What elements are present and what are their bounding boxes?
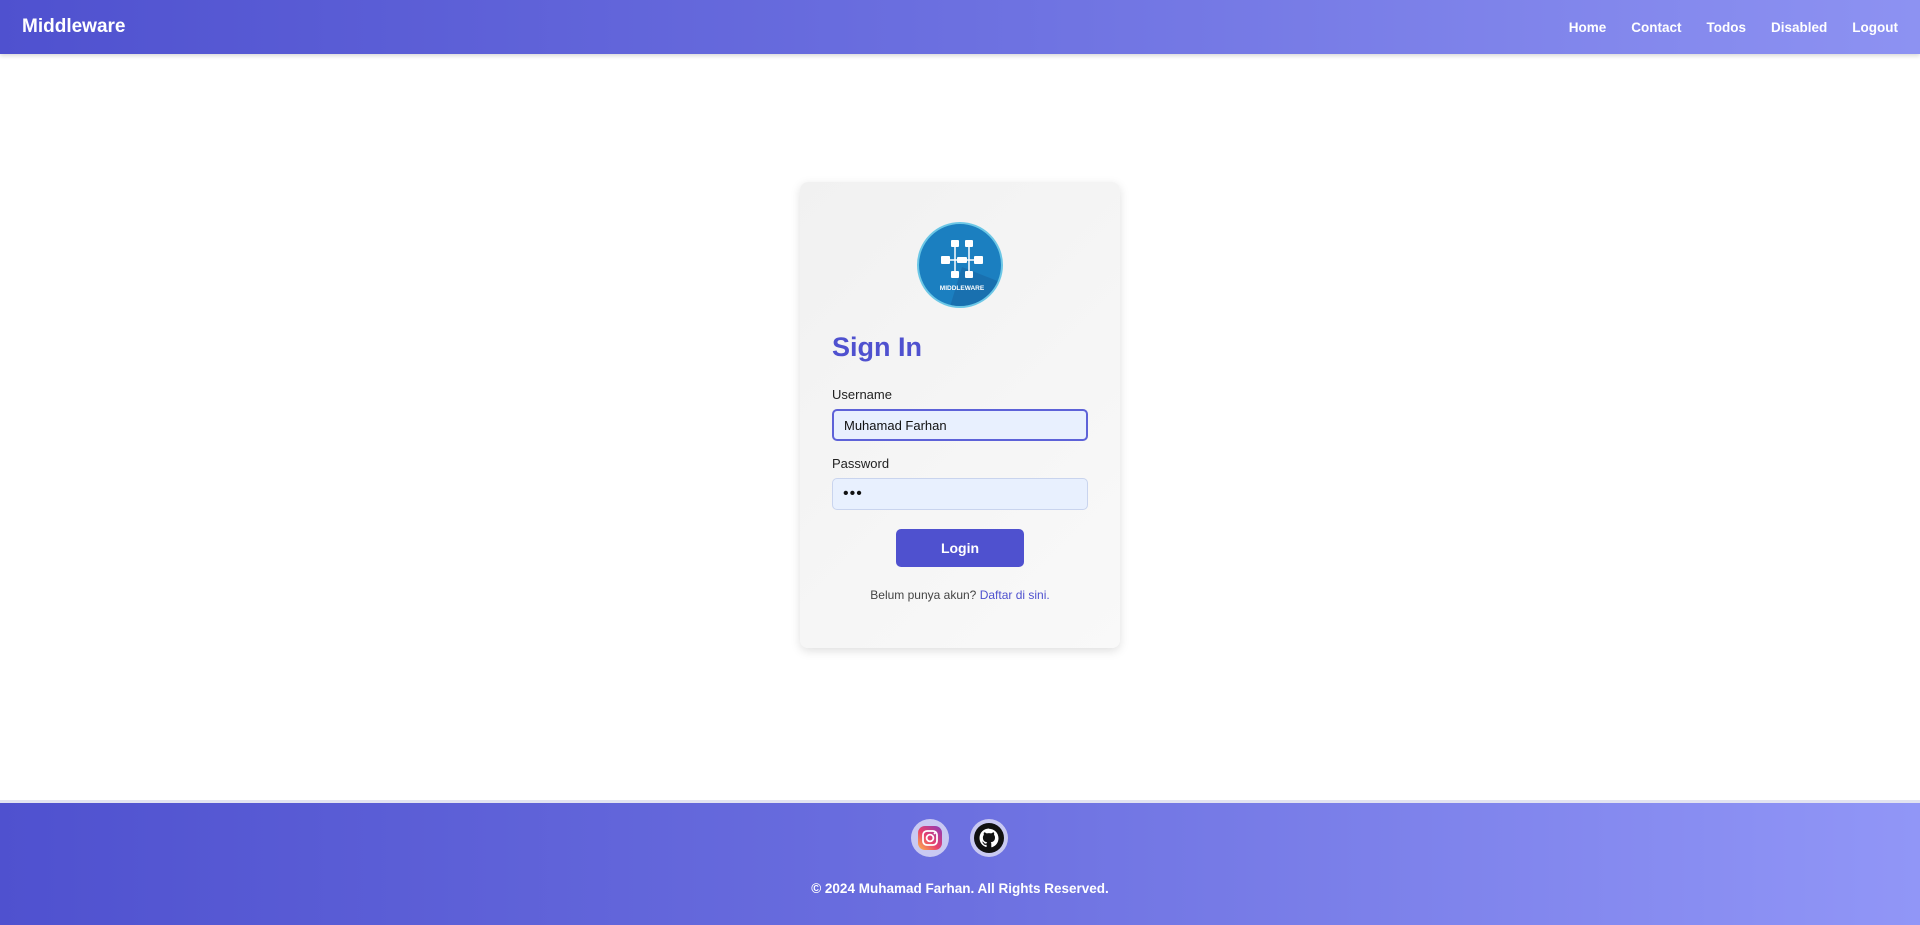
sign-in-title: Sign In: [832, 332, 922, 362]
nav-link-contact[interactable]: Contact: [1631, 20, 1681, 35]
login-button[interactable]: Login: [896, 529, 1024, 567]
register-prompt: Belum punya akun? Daftar di sini.: [800, 588, 1120, 602]
password-label: Password: [832, 456, 890, 471]
brand-title[interactable]: Middleware: [22, 16, 125, 38]
nav-link-home[interactable]: Home: [1569, 20, 1607, 35]
network-icon: MIDDLEWARE: [940, 240, 1001, 306]
register-link[interactable]: Daftar di sini.: [980, 588, 1050, 602]
register-prompt-text: Belum punya akun?: [870, 588, 977, 602]
copyright-text: © 2024 Muhamad Farhan. All Rights Reserv…: [811, 881, 1109, 896]
nav-link-todos[interactable]: Todos: [1706, 20, 1746, 35]
middleware-logo: MIDDLEWARE: [917, 222, 1003, 308]
login-card: MIDDLEWARE Sign In Username Password Log…: [800, 182, 1120, 648]
nav-link-logout[interactable]: Logout: [1852, 20, 1898, 35]
instagram-link[interactable]: [911, 819, 949, 857]
password-input[interactable]: [832, 478, 1088, 510]
navbar: Middleware Home Contact Todos Disabled L…: [0, 0, 1920, 54]
instagram-icon: [918, 826, 942, 850]
github-icon: [974, 823, 1004, 853]
username-label: Username: [832, 387, 892, 402]
nav-link-disabled[interactable]: Disabled: [1771, 20, 1827, 35]
svg-text:MIDDLEWARE: MIDDLEWARE: [940, 285, 985, 292]
github-link[interactable]: [970, 819, 1008, 857]
username-input[interactable]: [832, 409, 1088, 441]
footer: © 2024 Muhamad Farhan. All Rights Reserv…: [0, 800, 1920, 925]
nav-links: Home Contact Todos Disabled Logout: [1544, 20, 1898, 35]
